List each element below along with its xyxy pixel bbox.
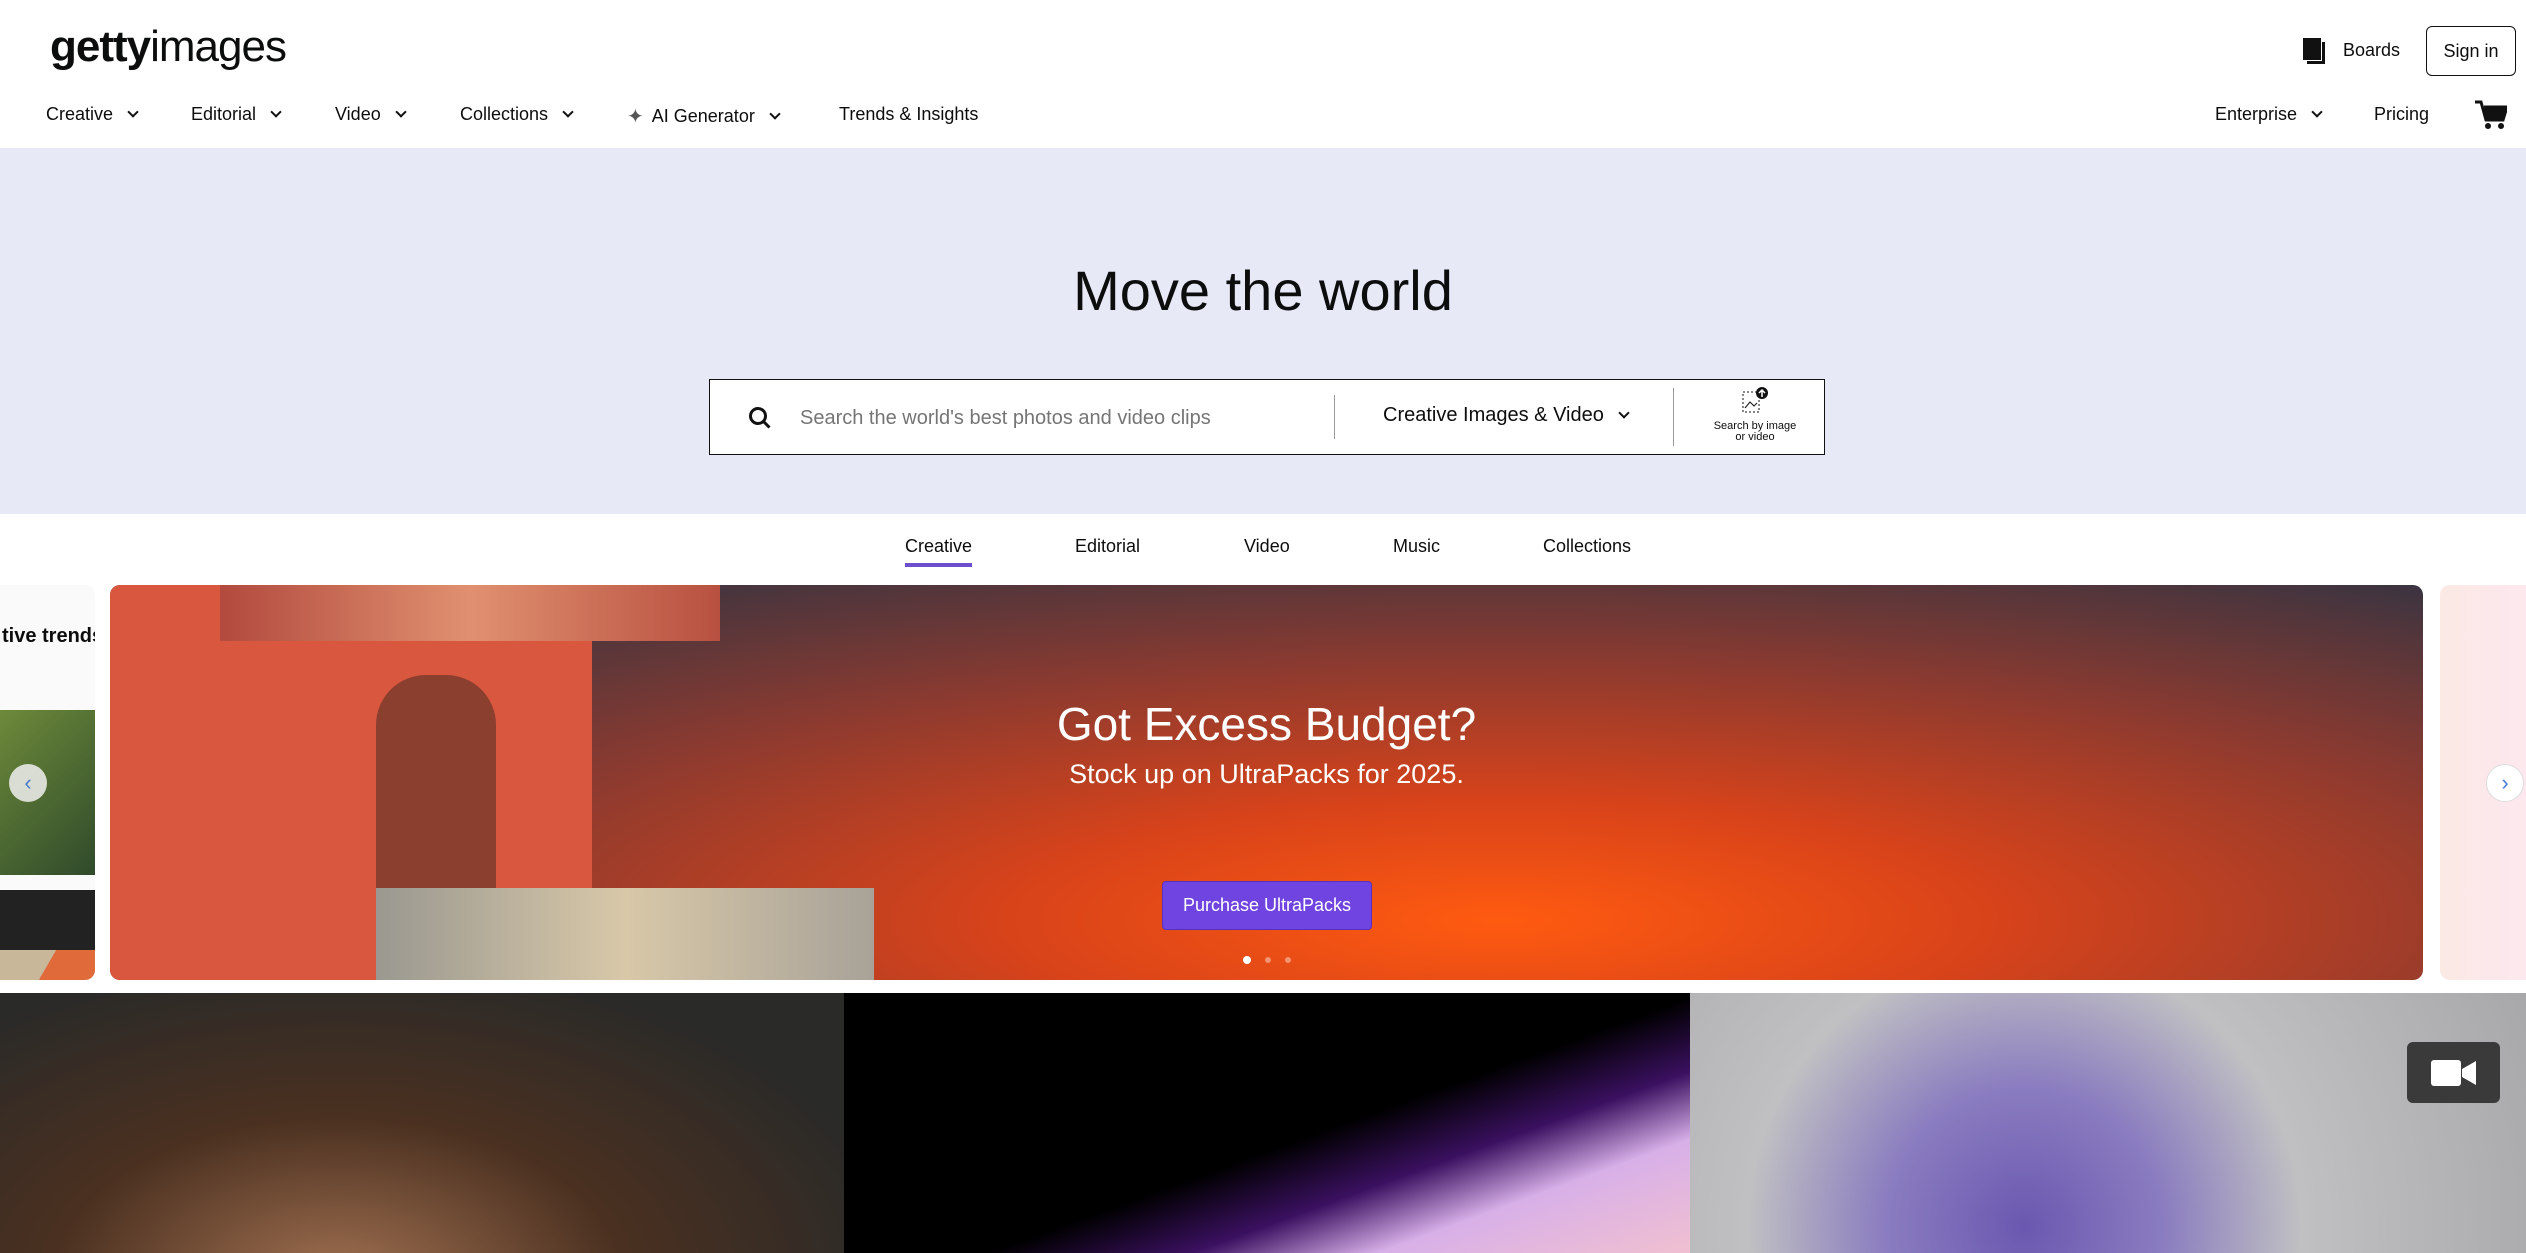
nav-pricing[interactable]: Pricing <box>2374 104 2429 125</box>
chevron-down-icon <box>127 106 139 118</box>
chevron-down-icon <box>270 106 282 118</box>
nav-label: Pricing <box>2374 104 2430 124</box>
nav-trends-insights[interactable]: Trends & Insights <box>839 104 978 125</box>
nav-label: Enterprise <box>2215 104 2298 124</box>
nav-label: Editorial <box>191 104 257 124</box>
prev-slide-title: tive trends <box>2 625 95 647</box>
tab-editorial[interactable]: Editorial <box>1075 536 1140 557</box>
chevron-down-icon <box>769 108 781 120</box>
boards-icon[interactable] <box>2303 38 2325 64</box>
banner-headline: Got Excess Budget? <box>1056 698 1477 750</box>
nav-label: Trends & Insights <box>839 104 979 124</box>
logo-light: images <box>150 22 287 71</box>
carousel-dot-active[interactable] <box>1243 956 1251 964</box>
carousel-dot[interactable] <box>1265 957 1271 963</box>
featured-photo-abstract[interactable] <box>844 993 1690 1253</box>
nav-collections[interactable]: Collections <box>460 104 574 125</box>
carousel-dots <box>1243 956 1291 964</box>
carousel-next-button[interactable]: › <box>2486 764 2524 802</box>
search-bar: Creative Images & Video Search by image … <box>709 379 1825 455</box>
nav-label: Video <box>335 104 381 124</box>
sparkle-icon: ✦ <box>627 106 644 128</box>
image-search-label: or video <box>1735 431 1775 443</box>
promo-banner: Got Excess Budget? Stock up on UltraPack… <box>110 585 2423 980</box>
featured-photo-child[interactable] <box>0 993 844 1253</box>
nav-label: Creative <box>46 104 114 124</box>
divider <box>1673 388 1674 446</box>
featured-video-knit[interactable] <box>1690 993 2526 1253</box>
nav-label: Collections <box>460 104 549 124</box>
dessert-photo <box>376 888 874 980</box>
fruit-photo <box>220 585 720 641</box>
sign-in-button[interactable]: Sign in <box>2426 26 2516 76</box>
chevron-down-icon <box>395 106 407 118</box>
tab-music[interactable]: Music <box>1393 536 1440 557</box>
chevron-down-icon <box>1618 407 1630 419</box>
category-label: Creative Images & Video <box>1383 404 1604 426</box>
nav-editorial[interactable]: Editorial <box>191 104 282 125</box>
tab-collections[interactable]: Collections <box>1543 536 1631 557</box>
hero-section <box>0 148 2526 514</box>
carousel-dot[interactable] <box>1285 957 1291 963</box>
prev-slide-photo <box>0 890 95 950</box>
boards-link[interactable]: Boards <box>2343 40 2400 61</box>
carousel-prev-button[interactable]: ‹ <box>9 764 47 802</box>
divider <box>1334 395 1335 439</box>
nav-creative[interactable]: Creative <box>46 104 139 125</box>
nav-ai-generator[interactable]: ✦ AI Generator <box>627 104 781 129</box>
hero-title: Move the world <box>1073 259 1453 322</box>
tab-video[interactable]: Video <box>1244 536 1290 557</box>
tab-creative[interactable]: Creative <box>905 536 973 567</box>
banner-subhead: Stock up on UltraPacks for 2025. <box>1069 759 1464 789</box>
image-upload-icon <box>1742 387 1768 413</box>
search-input[interactable] <box>800 398 1320 438</box>
search-icon[interactable] <box>748 406 772 435</box>
video-camera-icon <box>2407 1042 2500 1103</box>
chevron-down-icon <box>562 106 574 118</box>
chevron-down-icon <box>2311 106 2323 118</box>
nav-video[interactable]: Video <box>335 104 407 125</box>
logo-bold: getty <box>50 22 151 71</box>
search-by-image-button[interactable]: Search by image or video <box>1695 386 1815 443</box>
nav-enterprise[interactable]: Enterprise <box>2215 104 2323 125</box>
getty-images-logo[interactable]: gettyimages <box>50 22 287 72</box>
prev-slide-photo <box>0 950 95 980</box>
nav-label: AI Generator <box>651 106 755 126</box>
purchase-ultrapacks-button[interactable]: Purchase UltraPacks <box>1162 881 1372 930</box>
cart-icon[interactable] <box>2475 100 2510 135</box>
search-category-select[interactable]: Creative Images & Video <box>1383 404 1630 427</box>
